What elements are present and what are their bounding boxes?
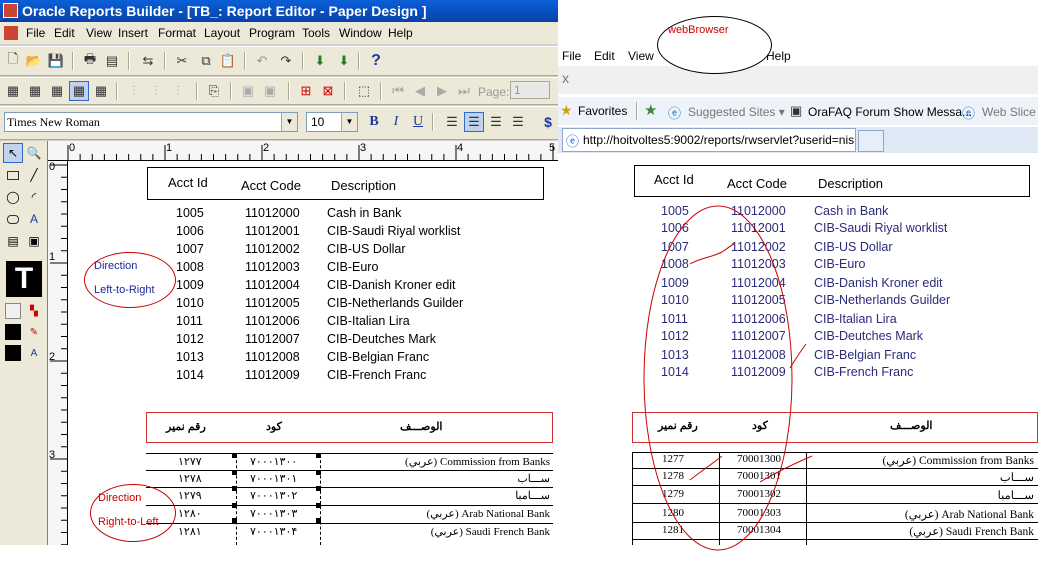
annotation-ellipse-columns <box>643 205 793 551</box>
annotation-arrow <box>789 343 807 369</box>
annotation-arrow <box>689 243 735 265</box>
annotation-arrow <box>759 455 813 483</box>
annotation-overlay <box>643 205 813 551</box>
annotation-arrow <box>689 455 723 481</box>
